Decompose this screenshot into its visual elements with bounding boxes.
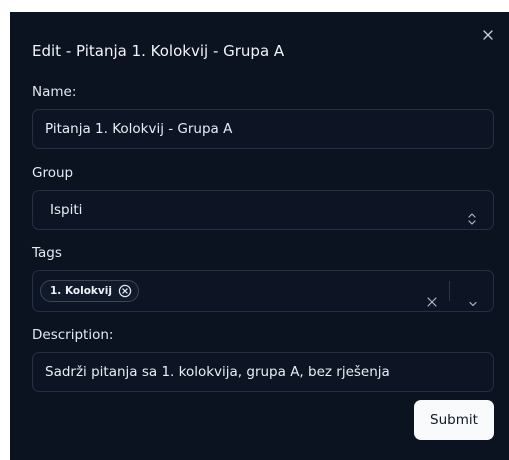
chevron-up-down-icon xyxy=(467,203,477,225)
group-select[interactable]: Ispiti xyxy=(32,190,494,230)
name-label: Name: xyxy=(32,84,77,100)
submit-button[interactable]: Submit xyxy=(414,400,494,440)
dialog-title: Edit - Pitanja 1. Kolokvij - Grupa A xyxy=(32,42,285,60)
tags-multiselect[interactable]: 1. Kolokvij xyxy=(32,270,494,312)
name-input[interactable]: Pitanja 1. Kolokvij - Grupa A xyxy=(32,109,494,149)
tag-chip: 1. Kolokvij xyxy=(40,280,139,302)
group-label: Group xyxy=(32,165,74,181)
edit-dialog: Edit - Pitanja 1. Kolokvij - Grupa A Nam… xyxy=(10,12,509,460)
clear-icon[interactable] xyxy=(426,285,438,307)
description-input[interactable]: Sadrži pitanja sa 1. kolokvija, grupa A,… xyxy=(32,352,494,392)
group-select-value: Ispiti xyxy=(50,202,83,218)
chevron-down-icon[interactable] xyxy=(467,286,479,307)
description-label: Description: xyxy=(32,327,114,343)
remove-tag-icon[interactable] xyxy=(118,284,132,298)
tag-chip-label: 1. Kolokvij xyxy=(50,285,112,297)
tags-label: Tags xyxy=(32,245,62,261)
close-icon[interactable] xyxy=(479,26,497,44)
tags-divider xyxy=(449,281,450,301)
